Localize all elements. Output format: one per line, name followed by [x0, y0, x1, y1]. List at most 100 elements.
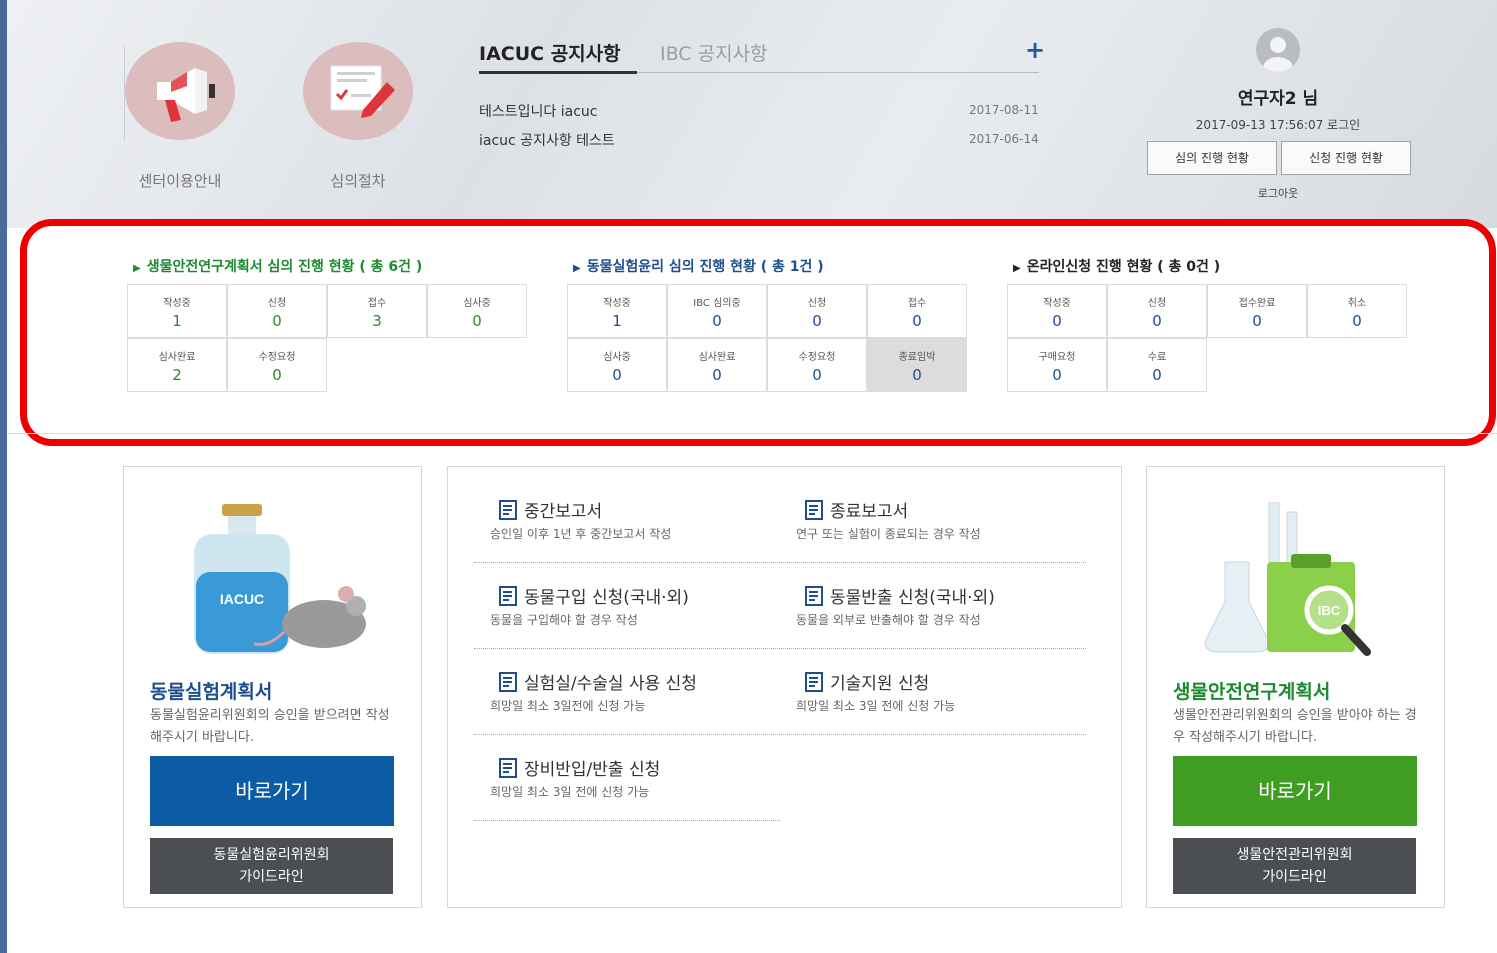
link-title-text: 동물반출 신청(국내·외) — [830, 588, 995, 608]
status-count: 0 — [712, 312, 722, 330]
iacuc-status-block: ▶ 동물실험윤리 심의 진행 현황 ( 총 1건 ) 작성중 1 IBC 심의중 0 … — [567, 256, 987, 396]
notice-date: 2017-06-14 — [969, 132, 1039, 146]
review-status-button[interactable]: 심의 진행 현황 — [1147, 141, 1277, 175]
status-label: 심사완료 — [698, 352, 736, 363]
notice-item[interactable]: 테스트입니다 iacuc 2017-08-11 — [479, 101, 1039, 130]
link-desc: 희망일 최소 3일전에 신청 가능 — [490, 699, 646, 713]
triangle-right-icon: ▶ — [133, 263, 141, 274]
status-label: 수정요청 — [258, 352, 296, 363]
status-count: 0 — [1152, 312, 1162, 330]
online-status-block: ▶ 온라인신청 진행 현황 ( 총 0건 ) 작성중 0 신청 0 접수완료 0 취소 0… — [1007, 256, 1427, 396]
link-title: 동물구입 신청(국내·외) — [498, 583, 689, 611]
notice-title[interactable]: iacuc 공지사항 테스트 — [479, 130, 615, 150]
status-cell[interactable]: 수정요청 0 — [227, 338, 327, 392]
link-desc: 희망일 최소 3일 전에 신청 가능 — [490, 785, 650, 799]
review-procedure-link[interactable]: 심의절차 — [303, 42, 413, 191]
link-desc: 희망일 최소 3일 전에 신청 가능 — [796, 699, 956, 713]
status-cell[interactable]: 신청 0 — [1107, 284, 1207, 338]
divider — [7, 433, 1497, 434]
status-cell[interactable]: 작성중 1 — [567, 284, 667, 338]
status-label: 종료임박 — [898, 352, 936, 363]
header: 센터이용안내 심의절차 IACUC 공지사항 IBC 공지사항 + 테스트입니다… — [7, 0, 1497, 228]
status-count: 0 — [1052, 312, 1062, 330]
status-label: 수료 — [1147, 352, 1167, 363]
status-count: 0 — [1352, 312, 1362, 330]
interim-report-link[interactable]: 중간보고서 승인일 이후 1년 후 중간보고서 작성 — [476, 467, 776, 547]
status-label: 작성중 — [163, 298, 191, 309]
tab-iacuc-notice[interactable]: IACUC 공지사항 — [479, 39, 621, 66]
status-count: 0 — [912, 312, 922, 330]
status-cell[interactable]: 신청 0 — [227, 284, 327, 338]
iacuc-status-title: ▶ 동물실험윤리 심의 진행 현황 ( 총 1건 ) — [567, 256, 987, 276]
link-title: 실험실/수술실 사용 신청 — [498, 669, 697, 697]
document-icon — [804, 672, 824, 697]
status-cell[interactable]: 심사중 0 — [567, 338, 667, 392]
ibc-go-button[interactable]: 바로가기 — [1173, 756, 1417, 826]
guideline-line2: 가이드라인 — [239, 869, 304, 885]
center-guide-label: 센터이용안내 — [138, 172, 222, 190]
triangle-right-icon: ▶ — [1013, 263, 1021, 274]
status-cell[interactable]: 취소 0 — [1307, 284, 1407, 338]
iacuc-go-button[interactable]: 바로가기 — [150, 756, 394, 826]
document-icon — [804, 500, 824, 525]
notice-date: 2017-08-11 — [969, 103, 1039, 117]
status-count: 2 — [172, 366, 182, 384]
notice-list: 테스트입니다 iacuc 2017-08-11 iacuc 공지사항 테스트 2… — [479, 73, 1039, 159]
final-report-link[interactable]: 종료보고서 연구 또는 실험이 종료되는 경우 작성 — [782, 467, 1082, 547]
status-cell[interactable]: 수료 0 — [1107, 338, 1207, 392]
notice-more-button[interactable]: + — [1025, 36, 1045, 64]
ibc-card-title: 생물안전연구계획서 — [1173, 681, 1331, 703]
ibc-status-grid: 작성중 1 신청 0 접수 3 심사중 0 심사완료 2 수정요청 0 — [127, 284, 547, 396]
animal-purchase-link[interactable]: 동물구입 신청(국내·외) 동물을 구입해야 할 경우 작성 — [476, 553, 776, 633]
status-label: 심사중 — [463, 298, 491, 309]
document-icon — [498, 758, 518, 783]
status-cell[interactable]: 심사완료 2 — [127, 338, 227, 392]
iacuc-guideline-button[interactable]: 동물실험윤리위원회 가이드라인 — [150, 838, 393, 894]
status-cell[interactable]: IBC 심의중 0 — [667, 284, 767, 338]
user-panel: 연구자2 님 2017-09-13 17:56:07 로그인 심의 진행 현황 … — [1147, 28, 1411, 201]
notice-item[interactable]: iacuc 공지사항 테스트 2017-06-14 — [479, 130, 1039, 159]
notice-title[interactable]: 테스트입니다 iacuc — [479, 101, 597, 121]
megaphone-icon — [125, 42, 235, 140]
review-procedure-label: 심의절차 — [330, 172, 386, 190]
status-cell[interactable]: 수정요청 0 — [767, 338, 867, 392]
lab-surgery-room-link[interactable]: 실험실/수술실 사용 신청 희망일 최소 3일전에 신청 가능 — [476, 639, 776, 719]
equipment-inout-link[interactable]: 장비반입/반출 신청 희망일 최소 3일 전에 신청 가능 — [476, 725, 776, 805]
status-count: 1 — [172, 312, 182, 330]
status-label: 작성중 — [603, 298, 631, 309]
link-desc: 동물을 외부로 반출해야 할 경우 작성 — [796, 613, 981, 627]
last-login: 2017-09-13 17:56:07 로그인 — [1195, 118, 1361, 132]
status-cell[interactable]: 접수완료 0 — [1207, 284, 1307, 338]
status-count: 0 — [1252, 312, 1262, 330]
status-count: 0 — [712, 366, 722, 384]
application-status-button[interactable]: 신청 진행 현황 — [1281, 141, 1411, 175]
link-desc: 동물을 구입해야 할 경우 작성 — [490, 613, 638, 627]
status-count: 0 — [1152, 366, 1162, 384]
link-title: 종료보고서 — [804, 497, 908, 525]
link-title: 장비반입/반출 신청 — [498, 755, 660, 783]
status-cell[interactable]: 구매요청 0 — [1007, 338, 1107, 392]
status-cell[interactable]: 작성중 1 — [127, 284, 227, 338]
center-guide-link[interactable]: 센터이용안내 — [125, 42, 235, 191]
status-cell[interactable]: 심사완료 0 — [667, 338, 767, 392]
ibc-guideline-button[interactable]: 생물안전관리위원회 가이드라인 — [1173, 838, 1416, 894]
logout-link[interactable]: 로그아웃 — [1147, 185, 1409, 201]
ibc-status-title-text: 생물안전연구계획서 심의 진행 현황 ( 총 6건 ) — [146, 259, 423, 275]
status-count: 0 — [272, 312, 282, 330]
status-label: 구매요청 — [1038, 352, 1076, 363]
ibc-card: IBC 생물안전연구계획서 생물안전관리위원회의 승인을 받아야 하는 경우 작… — [1146, 466, 1445, 908]
document-icon — [498, 672, 518, 697]
status-label: 작성중 — [1043, 298, 1071, 309]
status-cell[interactable]: 심사중 0 — [427, 284, 527, 338]
tab-ibc-notice[interactable]: IBC 공지사항 — [660, 39, 768, 66]
status-cell[interactable]: 신청 0 — [767, 284, 867, 338]
notice-panel: IACUC 공지사항 IBC 공지사항 + 테스트입니다 iacuc 2017-… — [479, 34, 1045, 159]
status-cell[interactable]: 작성중 0 — [1007, 284, 1107, 338]
status-cell[interactable]: 접수 3 — [327, 284, 427, 338]
status-cell-highlighted[interactable]: 종료임박 0 — [867, 338, 967, 392]
animal-export-link[interactable]: 동물반출 신청(국내·외) 동물을 외부로 반출해야 할 경우 작성 — [782, 553, 1082, 633]
ibc-flask-label: IBC — [1318, 603, 1341, 618]
status-cell[interactable]: 접수 0 — [867, 284, 967, 338]
technical-support-link[interactable]: 기술지원 신청 희망일 최소 3일 전에 신청 가능 — [782, 639, 1082, 719]
status-label: 신청 — [267, 298, 287, 309]
